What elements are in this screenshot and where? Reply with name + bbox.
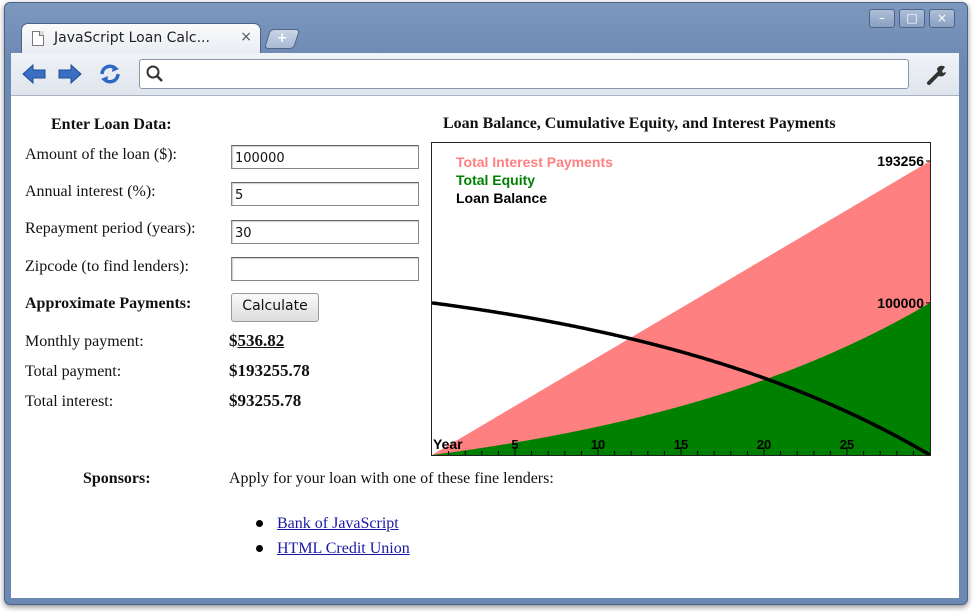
maximize-button[interactable]: □ (899, 9, 925, 28)
tab-title: JavaScript Loan Calc... (54, 30, 210, 46)
reload-icon[interactable] (97, 62, 123, 86)
total-label: Total payment: (25, 363, 122, 380)
tab-close-icon[interactable]: × (240, 29, 252, 45)
back-arrow-icon[interactable] (21, 62, 47, 86)
lender-link-credit-union[interactable]: HTML Credit Union (277, 540, 410, 558)
interest-total-label: Total interest: (25, 393, 114, 410)
loan-chart: Total Interest Payments Total Equity Loan … (431, 142, 931, 456)
document-icon (32, 31, 44, 46)
monthly-label: Monthly payment: (25, 333, 144, 350)
x-tick-label: 25 (840, 437, 854, 452)
browser-toolbar (11, 53, 959, 96)
minimize-button[interactable]: – (869, 9, 895, 28)
zip-label: Zipcode (to find lenders): (25, 258, 189, 275)
monthly-currency: $ (229, 331, 238, 350)
sponsors-label: Sponsors: (83, 470, 151, 487)
x-tick-label: 15 (674, 437, 688, 452)
sponsors-text: Apply for your loan with one of these fi… (229, 470, 554, 487)
bullet-icon (256, 520, 263, 527)
calculate-button[interactable]: Calculate (231, 293, 319, 322)
interest-total-value: $93255.78 (229, 391, 302, 410)
new-tab-button[interactable]: + (263, 29, 301, 49)
lender-link-bank[interactable]: Bank of JavaScript (277, 515, 399, 533)
x-tick-label: 5 (511, 437, 518, 452)
y-value-label: 193256 (877, 153, 924, 169)
chart-svg: Total Interest Payments Total Equity Loan … (432, 153, 930, 455)
legend-item: Loan Balance (456, 190, 547, 206)
browser-window: JavaScript Loan Calc... × + – □ × Enter … (4, 2, 968, 605)
x-tick-label: 20 (757, 437, 771, 452)
browser-tab[interactable]: JavaScript Loan Calc... × (21, 23, 261, 54)
amount-input[interactable]: 100000 (231, 145, 419, 169)
page-content: Enter Loan Data: Amount of the loan ($):… (11, 96, 959, 598)
total-value: $193255.78 (229, 361, 310, 380)
monthly-value: $536.82 (229, 331, 284, 351)
legend-item: Total Equity (456, 172, 535, 188)
monthly-amount: 536.82 (237, 331, 285, 350)
form-heading: Enter Loan Data: (51, 116, 172, 133)
search-icon (146, 65, 163, 82)
address-bar[interactable] (139, 59, 909, 89)
zip-input[interactable] (231, 257, 419, 281)
chart-title: Loan Balance, Cumulative Equity, and Int… (443, 115, 836, 132)
period-label: Repayment period (years): (25, 220, 196, 237)
interest-label: Annual interest (%): (25, 183, 156, 200)
x-tick-label: 10 (591, 437, 605, 452)
forward-arrow-icon[interactable] (57, 62, 83, 86)
y-value-label: 100000 (877, 295, 924, 311)
interest-input[interactable]: 5 (231, 182, 419, 206)
x-axis-label: Year (433, 436, 463, 452)
legend-item: Total Interest Payments (456, 154, 613, 170)
wrench-icon[interactable] (925, 63, 949, 87)
plus-icon: + (276, 31, 288, 46)
period-input[interactable]: 30 (231, 220, 419, 244)
amount-label: Amount of the loan ($): (25, 146, 177, 163)
payments-heading: Approximate Payments: (25, 295, 192, 312)
title-bar: JavaScript Loan Calc... × + – □ × (5, 3, 967, 54)
close-window-button[interactable]: × (929, 9, 955, 28)
bullet-icon (256, 545, 263, 552)
